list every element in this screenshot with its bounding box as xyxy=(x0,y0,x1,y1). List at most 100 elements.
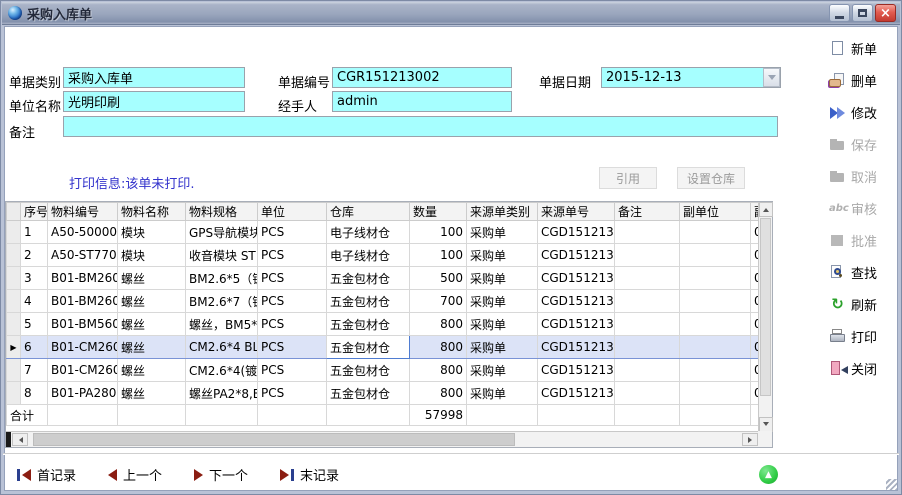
cell-qty[interactable]: 100 xyxy=(410,221,467,244)
cell-source-no[interactable]: CGD151213 xyxy=(538,382,615,405)
scroll-right-icon[interactable] xyxy=(742,433,758,446)
cell-item-name[interactable]: 螺丝 xyxy=(118,382,186,405)
cell-item-name[interactable]: 螺丝 xyxy=(118,290,186,313)
cell-source-no[interactable]: CGD151213 xyxy=(538,290,615,313)
reference-button[interactable]: 引用 xyxy=(599,167,657,189)
cell-item-spec[interactable]: BM2.6*5（镀 xyxy=(186,267,258,290)
table-row[interactable]: 8B01-PA2800螺丝螺丝PA2*8,BPCS五金包材仓800采购单CGD1… xyxy=(7,382,760,405)
cell-sub-unit[interactable] xyxy=(680,313,751,336)
cell-item-name[interactable]: 螺丝 xyxy=(118,267,186,290)
cell-qty[interactable]: 100 xyxy=(410,244,467,267)
table-row[interactable]: 4B01-BM2607螺丝BM2.6*7（镀PCS五金包材仓700采购单CGD1… xyxy=(7,290,760,313)
company-field[interactable] xyxy=(63,91,245,112)
sidebar-button-print[interactable]: 打印 xyxy=(829,325,899,348)
col-header-item-name[interactable]: 物料名称 xyxy=(118,203,186,221)
cell-remark[interactable] xyxy=(615,290,680,313)
maximize-button[interactable] xyxy=(852,4,873,22)
cell-source-type[interactable]: 采购单 xyxy=(467,221,538,244)
cell-sub-unit[interactable] xyxy=(680,221,751,244)
cell-item-spec[interactable]: 螺丝，BM5*( xyxy=(186,313,258,336)
col-header-unit[interactable]: 单位 xyxy=(258,203,327,221)
green-status-icon[interactable]: ▲ xyxy=(759,465,778,484)
cell-item-spec[interactable]: 螺丝PA2*8,B xyxy=(186,382,258,405)
cell-item-code[interactable]: B01-PA2800 xyxy=(48,382,118,405)
cell-item-spec[interactable]: CM2.6*4(镀镍 xyxy=(186,359,258,382)
scroll-down-icon[interactable] xyxy=(759,417,773,432)
cell-remark[interactable] xyxy=(615,267,680,290)
resize-grip-icon[interactable] xyxy=(886,479,897,490)
close-button[interactable]: × xyxy=(875,4,896,22)
table-row[interactable]: 1A50-500000模块GPS导航模块PCS电子线材仓100采购单CGD151… xyxy=(7,221,760,244)
cell-seq[interactable]: 5 xyxy=(21,313,48,336)
cell-item-name[interactable]: 模块 xyxy=(118,244,186,267)
cell-remark[interactable] xyxy=(615,336,680,359)
cell-source-type[interactable]: 采购单 xyxy=(467,313,538,336)
nav-first-record[interactable]: 首记录 xyxy=(17,465,76,484)
cell-source-type[interactable]: 采购单 xyxy=(467,382,538,405)
doc-date-field[interactable] xyxy=(601,67,781,88)
nav-next-record[interactable]: 下一个 xyxy=(194,465,248,484)
cell-item-code[interactable]: B01-BM2605 xyxy=(48,267,118,290)
cell-sub-unit[interactable] xyxy=(680,336,751,359)
doc-type-field[interactable] xyxy=(63,67,245,88)
cell-source-type[interactable]: 采购单 xyxy=(467,359,538,382)
remark-field[interactable] xyxy=(63,116,778,137)
cell-qty[interactable]: 700 xyxy=(410,290,467,313)
cell-warehouse[interactable]: 五金包材仓 xyxy=(327,359,410,382)
doc-date-dropdown-icon[interactable] xyxy=(763,68,780,87)
cell-source-no[interactable]: CGD151213 xyxy=(538,244,615,267)
cell-seq[interactable]: 4 xyxy=(21,290,48,313)
table-row[interactable]: 7B01-CM2604螺丝CM2.6*4(镀镍PCS五金包材仓800采购单CGD… xyxy=(7,359,760,382)
vertical-scrollbar[interactable] xyxy=(758,202,772,432)
table-row[interactable]: 3B01-BM2605螺丝BM2.6*5（镀PCS五金包材仓500采购单CGD1… xyxy=(7,267,760,290)
sidebar-button-close[interactable]: 关闭 xyxy=(829,357,899,380)
cell-source-no[interactable]: CGD151213 xyxy=(538,359,615,382)
cell-seq[interactable]: 8 xyxy=(21,382,48,405)
col-header-remark[interactable]: 备注 xyxy=(615,203,680,221)
col-header-source-no[interactable]: 来源单号 xyxy=(538,203,615,221)
set-warehouse-button[interactable]: 设置仓库 xyxy=(677,167,745,189)
table-row[interactable]: ▶6B01-CM2604螺丝CM2.6*4 BLPCS五金包材仓800采购单CG… xyxy=(7,336,760,359)
cell-item-name[interactable]: 螺丝 xyxy=(118,313,186,336)
cell-seq[interactable]: 6 xyxy=(21,336,48,359)
sidebar-button-del[interactable]: 删单 xyxy=(829,69,899,92)
cell-qty[interactable]: 800 xyxy=(410,359,467,382)
cell-unit[interactable]: PCS xyxy=(258,359,327,382)
horizontal-scrollbar[interactable] xyxy=(6,431,759,447)
sidebar-button-search[interactable]: 查找 xyxy=(829,261,899,284)
cell-unit[interactable]: PCS xyxy=(258,221,327,244)
cell-source-type[interactable]: 采购单 xyxy=(467,290,538,313)
cell-remark[interactable] xyxy=(615,244,680,267)
cell-seq[interactable]: 2 xyxy=(21,244,48,267)
cell-source-type[interactable]: 采购单 xyxy=(467,267,538,290)
cell-seq[interactable]: 1 xyxy=(21,221,48,244)
col-header-sub-unit[interactable]: 副单位 xyxy=(680,203,751,221)
cell-sub-unit[interactable] xyxy=(680,359,751,382)
cell-remark[interactable] xyxy=(615,313,680,336)
col-header-item-code[interactable]: 物料编号 xyxy=(48,203,118,221)
cell-item-code[interactable]: A50-ST7703 xyxy=(48,244,118,267)
cell-qty[interactable]: 800 xyxy=(410,313,467,336)
scroll-left-icon[interactable] xyxy=(12,433,28,446)
cell-item-code[interactable]: B01-CM2604 xyxy=(48,336,118,359)
cell-item-spec[interactable]: 收音模块 ST xyxy=(186,244,258,267)
cell-sub-unit[interactable] xyxy=(680,267,751,290)
cell-seq[interactable]: 7 xyxy=(21,359,48,382)
col-header-qty[interactable]: 数量 xyxy=(410,203,467,221)
cell-item-name[interactable]: 螺丝 xyxy=(118,336,186,359)
sidebar-button-edit[interactable]: 修改 xyxy=(829,101,899,124)
vertical-scroll-thumb[interactable] xyxy=(760,218,771,396)
cell-warehouse[interactable]: 五金包材仓 xyxy=(327,382,410,405)
scroll-up-icon[interactable] xyxy=(759,202,773,217)
col-header-warehouse[interactable]: 仓库 xyxy=(327,203,410,221)
cell-unit[interactable]: PCS xyxy=(258,313,327,336)
nav-last-record[interactable]: 末记录 xyxy=(280,465,339,484)
horizontal-scroll-thumb[interactable] xyxy=(33,433,515,446)
cell-qty[interactable]: 500 xyxy=(410,267,467,290)
cell-item-code[interactable]: B01-BM5600 xyxy=(48,313,118,336)
minimize-button[interactable] xyxy=(829,4,850,22)
cell-sub-unit[interactable] xyxy=(680,244,751,267)
cell-source-type[interactable]: 采购单 xyxy=(467,336,538,359)
cell-item-code[interactable]: A50-500000 xyxy=(48,221,118,244)
cell-source-no[interactable]: CGD151213 xyxy=(538,221,615,244)
